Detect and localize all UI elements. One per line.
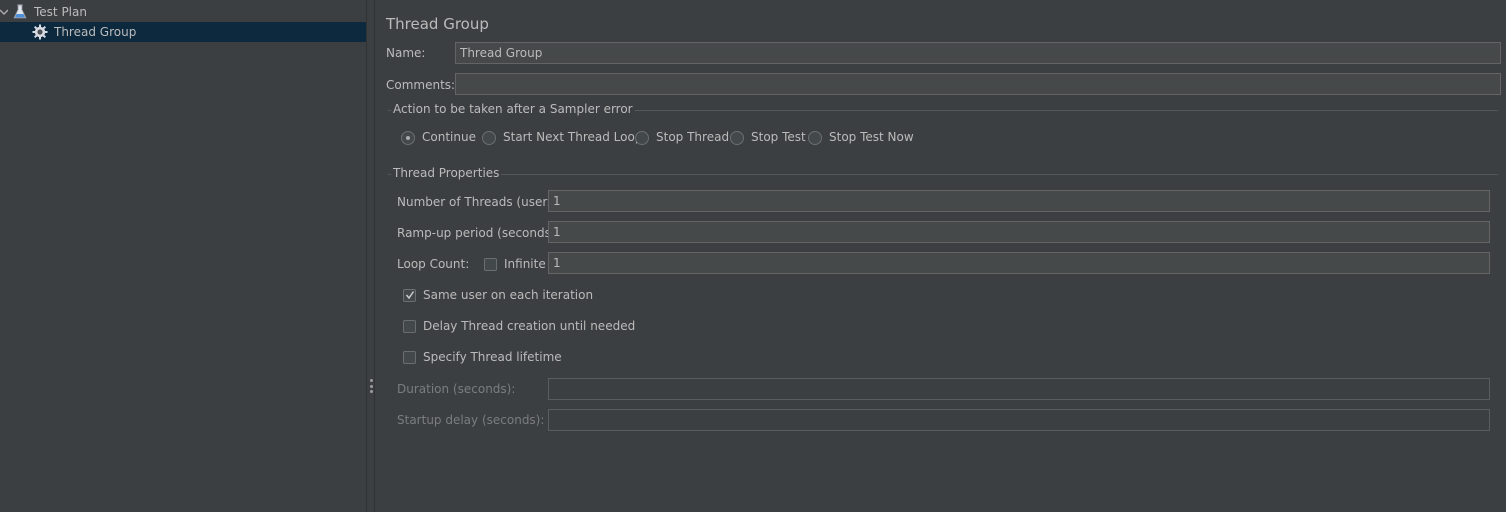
radio-label: Stop Test (751, 130, 806, 144)
comments-label: Comments: (386, 78, 456, 92)
radio-label: Stop Test Now (829, 130, 914, 144)
gear-icon (32, 24, 48, 40)
threads-field[interactable] (548, 190, 1490, 212)
thread-lifetime-label: Specify Thread lifetime (423, 350, 562, 364)
name-label: Name: (386, 46, 426, 60)
infinite-label: Infinite (504, 257, 546, 271)
loop-count-label: Loop Count: (397, 257, 470, 271)
startup-delay-label: Startup delay (seconds): (397, 413, 545, 427)
checkbox-icon[interactable] (403, 320, 416, 333)
threads-label: Number of Threads (users): (397, 195, 563, 209)
rampup-field[interactable] (548, 221, 1490, 243)
checkbox-icon[interactable] (484, 258, 497, 271)
split-pane-divider[interactable] (366, 0, 375, 512)
delay-thread-label: Delay Thread creation until needed (423, 319, 636, 333)
radio-button-icon[interactable] (482, 131, 496, 145)
rampup-label: Ramp-up period (seconds): (397, 226, 560, 240)
thread-group-panel: Thread Group Name: Comments: Action to b… (375, 0, 1506, 512)
chevron-down-icon[interactable] (0, 7, 8, 17)
name-field[interactable] (455, 42, 1501, 64)
section-title-sampler-error: Action to be taken after a Sampler error (391, 102, 635, 116)
radio-label: Start Next Thread Loop (503, 130, 643, 144)
section-title-thread-properties: Thread Properties (391, 166, 502, 180)
tree-item-test-plan[interactable]: Test Plan (0, 2, 366, 22)
tree-item-thread-group[interactable]: Thread Group (0, 22, 366, 42)
loop-count-field[interactable] (548, 252, 1490, 274)
radio-button-icon[interactable] (401, 131, 415, 145)
radio-label: Stop Thread (656, 130, 730, 144)
page-title: Thread Group (386, 15, 489, 33)
jmeter-window: Test Plan Thread Group Thread Group Name… (0, 0, 1506, 512)
duration-field[interactable] (548, 378, 1490, 400)
radio-button-icon[interactable] (635, 131, 649, 145)
tree-item-label: Test Plan (34, 5, 87, 19)
radio-button-icon[interactable] (730, 131, 744, 145)
same-user-label: Same user on each iteration (423, 288, 594, 302)
checkbox-checked-icon[interactable] (403, 289, 416, 302)
duration-label: Duration (seconds): (397, 382, 516, 396)
drag-handle-icon[interactable] (370, 379, 373, 393)
startup-delay-field[interactable] (548, 409, 1490, 431)
test-plan-tree: Test Plan Thread Group (0, 0, 366, 512)
radio-button-icon[interactable] (808, 131, 822, 145)
section-divider (388, 174, 1498, 175)
flask-icon (13, 4, 27, 19)
comments-field[interactable] (455, 73, 1501, 95)
tree-item-label: Thread Group (54, 25, 137, 39)
checkbox-icon[interactable] (403, 351, 416, 364)
radio-label: Continue (422, 130, 476, 144)
